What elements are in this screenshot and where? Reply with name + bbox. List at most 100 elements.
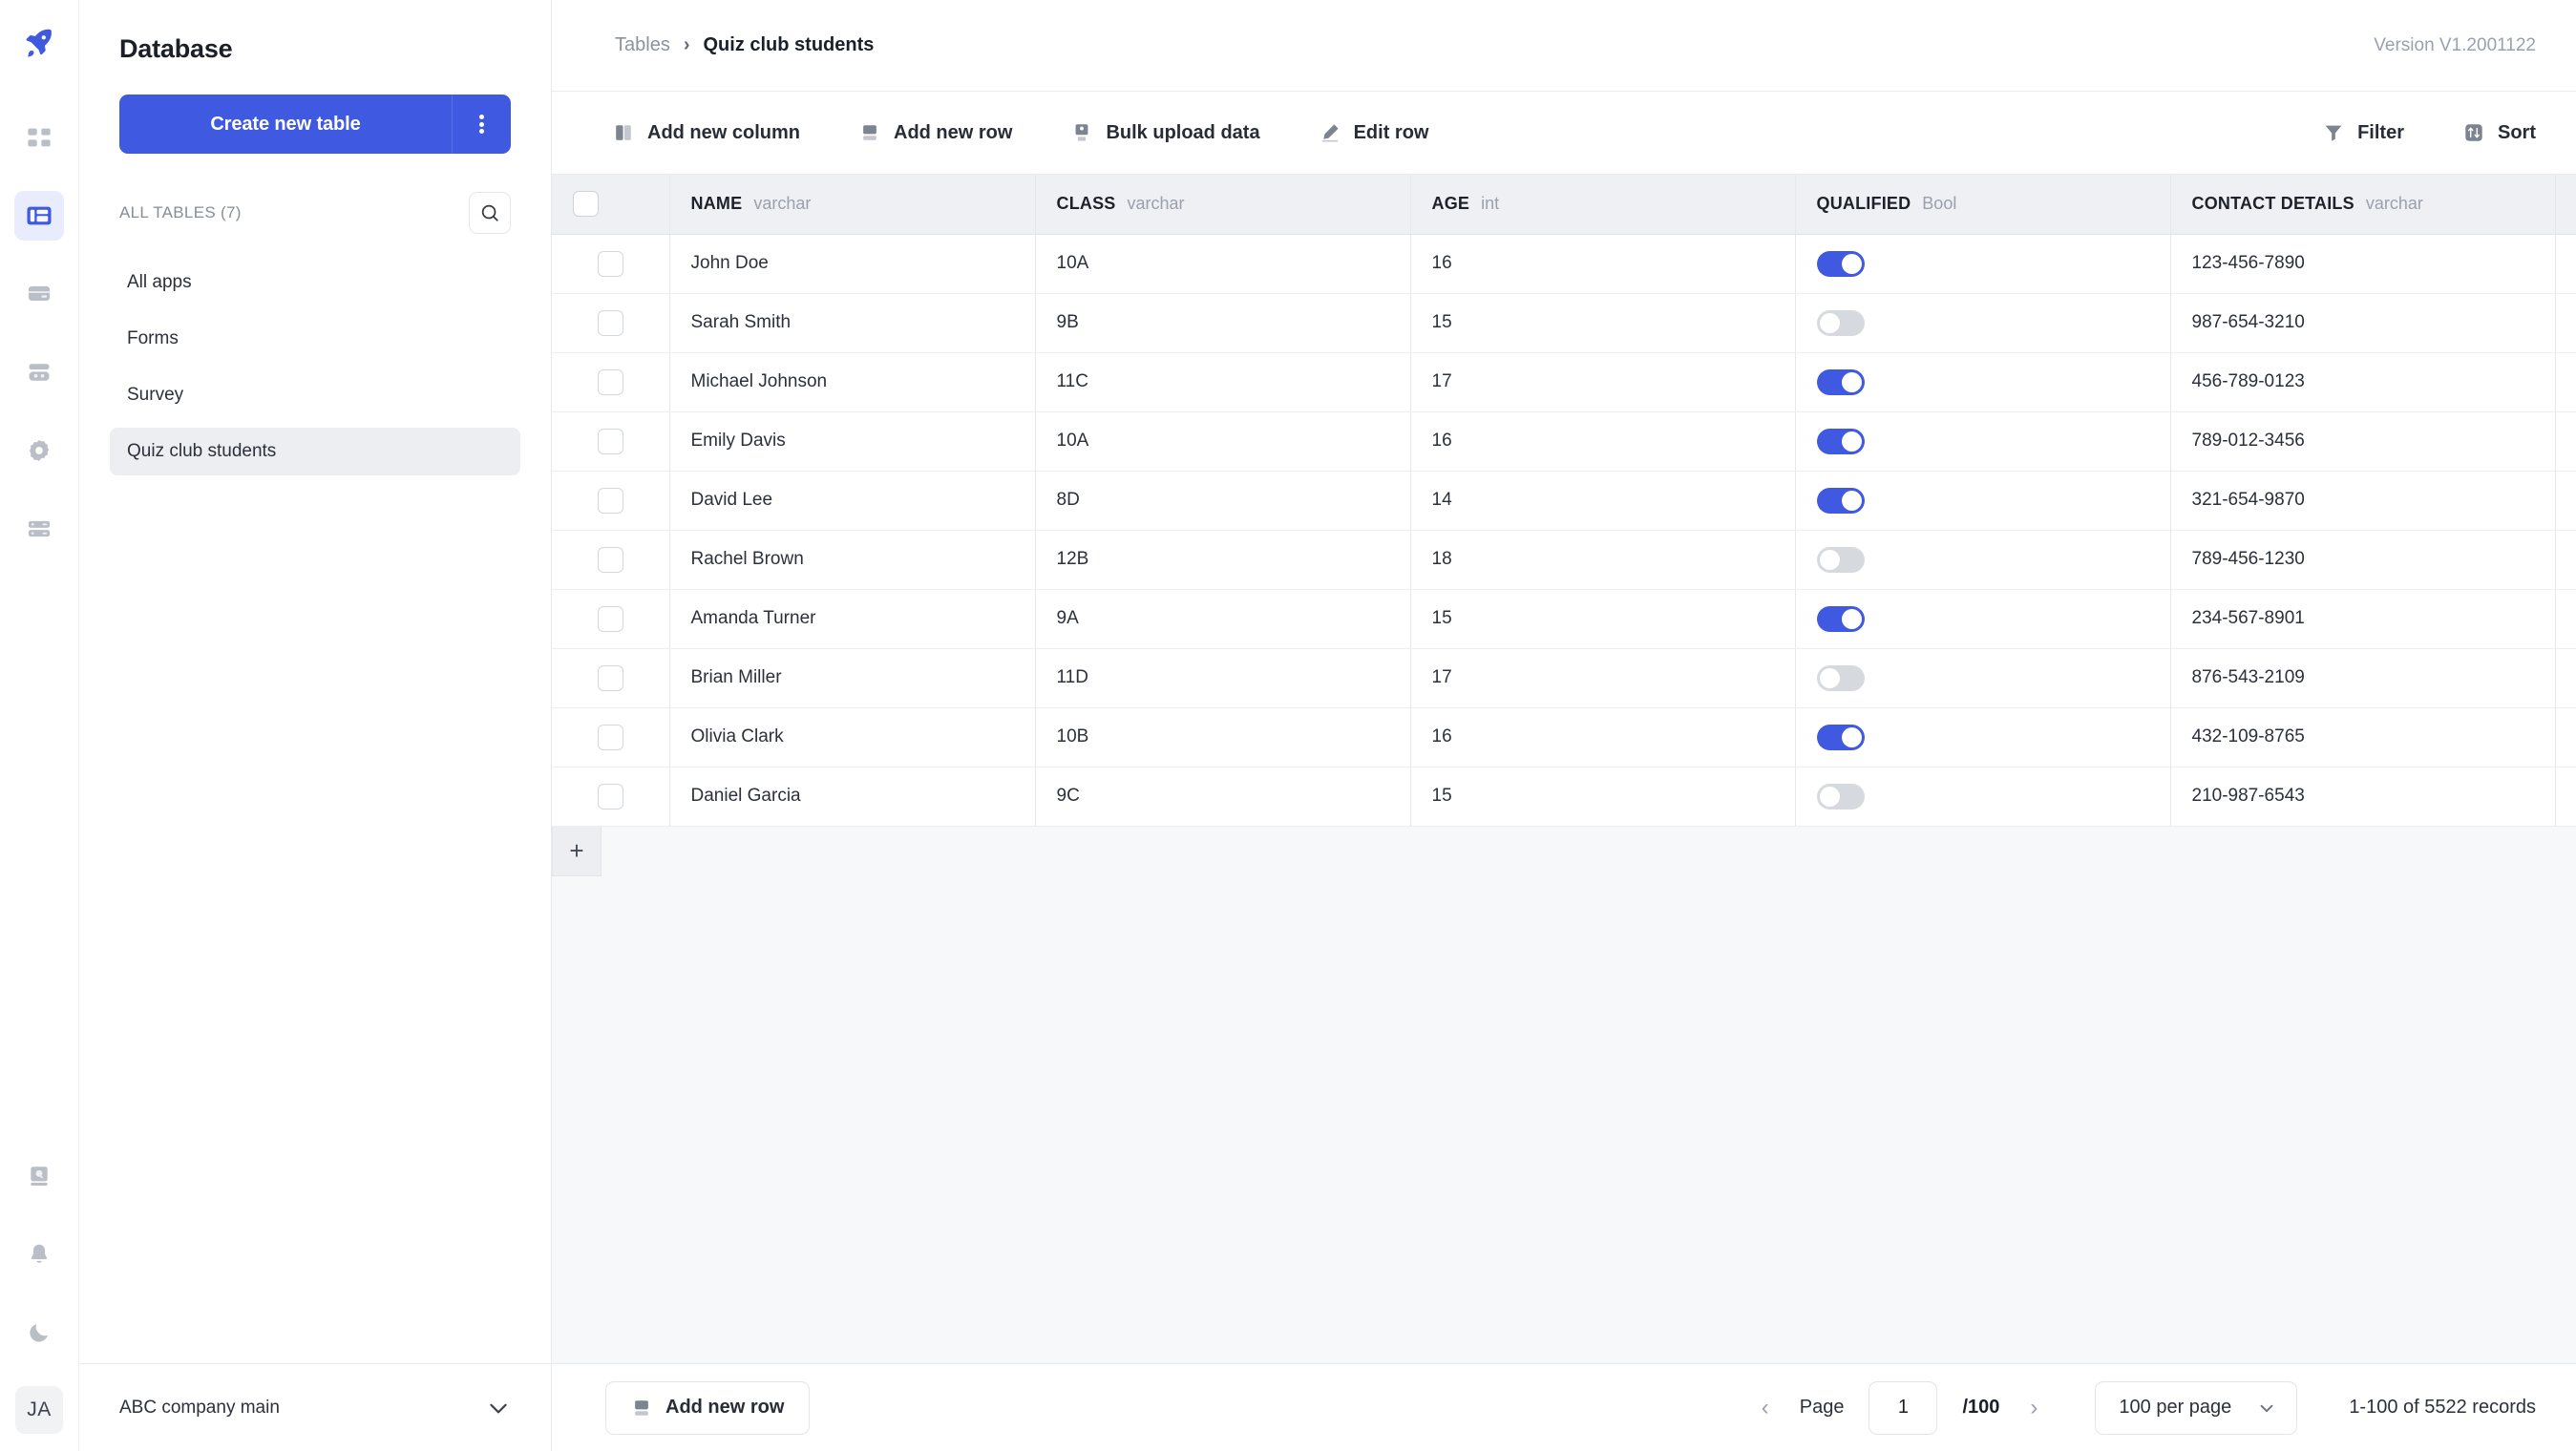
- row-select-checkbox[interactable]: [597, 250, 623, 277]
- row-select-checkbox[interactable]: [597, 724, 623, 750]
- table-row[interactable]: David Lee 8D 14 321-654-9870: [552, 471, 2576, 531]
- create-table-kebab-icon[interactable]: [452, 95, 511, 154]
- cell-class[interactable]: 10B: [1035, 707, 1411, 768]
- add-new-row-footer-button[interactable]: Add new row: [605, 1380, 811, 1435]
- cell-class[interactable]: 10A: [1035, 411, 1411, 472]
- sidebar-item-all-apps[interactable]: All apps: [110, 259, 520, 306]
- cell-class[interactable]: 10A: [1035, 234, 1411, 294]
- table-row[interactable]: Rachel Brown 12B 18 789-456-1230: [552, 530, 2576, 590]
- column-header-name[interactable]: NAME varchar: [669, 175, 1036, 235]
- server-icon[interactable]: [14, 504, 64, 554]
- page-number-input[interactable]: [1869, 1380, 1938, 1435]
- row-select-checkbox[interactable]: [597, 546, 623, 573]
- row-select-checkbox[interactable]: [597, 368, 623, 395]
- cell-contact-details[interactable]: 321-654-9870: [2170, 471, 2556, 531]
- cell-name[interactable]: Michael Johnson: [669, 352, 1036, 412]
- cell-age[interactable]: 16: [1410, 707, 1796, 768]
- cell-class[interactable]: 11D: [1035, 648, 1411, 708]
- next-page-button[interactable]: ›: [2024, 1395, 2043, 1421]
- docs-search-icon[interactable]: [14, 1151, 64, 1201]
- sidebar-item-survey[interactable]: Survey: [110, 371, 520, 419]
- cell-name[interactable]: Daniel Garcia: [669, 767, 1036, 827]
- cell-class[interactable]: 9A: [1035, 589, 1411, 649]
- qualified-toggle[interactable]: [1816, 664, 1865, 691]
- database-table-icon[interactable]: [14, 191, 64, 241]
- cell-name[interactable]: Amanda Turner: [669, 589, 1036, 649]
- qualified-toggle[interactable]: [1816, 309, 1865, 336]
- storage-icon[interactable]: [14, 269, 64, 319]
- cell-class[interactable]: 11C: [1035, 352, 1411, 412]
- table-row[interactable]: John Doe 10A 16 123-456-7890: [552, 234, 2576, 294]
- bulk-upload-data-button[interactable]: Bulk upload data: [1071, 122, 1260, 144]
- table-row[interactable]: Daniel Garcia 9C 15 210-987-6543: [552, 767, 2576, 827]
- cell-name[interactable]: Sarah Smith: [669, 293, 1036, 353]
- create-new-table-button[interactable]: Create new table: [119, 95, 511, 154]
- settings-gear-icon[interactable]: [14, 426, 64, 475]
- cell-class[interactable]: 9B: [1035, 293, 1411, 353]
- table-row[interactable]: Olivia Clark 10B 16 432-109-8765: [552, 707, 2576, 768]
- cell-contact-details[interactable]: 987-654-3210: [2170, 293, 2556, 353]
- add-column-header-button[interactable]: +: [2555, 175, 2576, 235]
- avatar[interactable]: JA: [15, 1386, 63, 1434]
- cell-contact-details[interactable]: 432-109-8765: [2170, 707, 2556, 768]
- workflow-icon[interactable]: [14, 347, 64, 397]
- row-select-checkbox[interactable]: [597, 428, 623, 454]
- column-header-age[interactable]: AGE int: [1410, 175, 1796, 235]
- add-row-plus-button[interactable]: +: [552, 826, 602, 876]
- row-select-checkbox[interactable]: [597, 783, 623, 810]
- column-header-contact-details[interactable]: CONTACT DETAILS varchar: [2170, 175, 2556, 235]
- column-header-qualified[interactable]: QUALIFIED Bool: [1795, 175, 2171, 235]
- qualified-toggle[interactable]: [1816, 487, 1865, 514]
- breadcrumb-root[interactable]: Tables: [615, 34, 670, 56]
- qualified-toggle[interactable]: [1816, 783, 1865, 810]
- cell-name[interactable]: Brian Miller: [669, 648, 1036, 708]
- add-new-column-button[interactable]: Add new column: [613, 122, 800, 144]
- cell-age[interactable]: 17: [1410, 648, 1796, 708]
- table-row[interactable]: Michael Johnson 11C 17 456-789-0123: [552, 352, 2576, 412]
- table-row[interactable]: Brian Miller 11D 17 876-543-2109: [552, 648, 2576, 708]
- cell-age[interactable]: 15: [1410, 589, 1796, 649]
- rocket-logo-icon[interactable]: [14, 17, 64, 67]
- row-select-checkbox[interactable]: [597, 309, 623, 336]
- row-select-checkbox[interactable]: [597, 664, 623, 691]
- table-row[interactable]: Sarah Smith 9B 15 987-654-3210: [552, 293, 2576, 353]
- workspace-switcher[interactable]: ABC company main: [79, 1363, 551, 1451]
- table-row[interactable]: Amanda Turner 9A 15 234-567-8901: [552, 589, 2576, 649]
- cell-name[interactable]: John Doe: [669, 234, 1036, 294]
- table-row[interactable]: Emily Davis 10A 16 789-012-3456: [552, 411, 2576, 472]
- cell-age[interactable]: 15: [1410, 293, 1796, 353]
- cell-class[interactable]: 12B: [1035, 530, 1411, 590]
- sidebar-item-quiz-club-students[interactable]: Quiz club students: [110, 428, 520, 475]
- qualified-toggle[interactable]: [1816, 605, 1865, 632]
- select-all-checkbox[interactable]: [573, 191, 599, 218]
- cell-age[interactable]: 17: [1410, 352, 1796, 412]
- cell-age[interactable]: 15: [1410, 767, 1796, 827]
- add-new-row-toolbar-button[interactable]: Add new row: [859, 122, 1012, 144]
- cell-contact-details[interactable]: 123-456-7890: [2170, 234, 2556, 294]
- apps-grid-icon[interactable]: [14, 113, 64, 162]
- search-tables-button[interactable]: [469, 192, 511, 234]
- row-select-checkbox[interactable]: [597, 605, 623, 632]
- cell-name[interactable]: Emily Davis: [669, 411, 1036, 472]
- qualified-toggle[interactable]: [1816, 368, 1865, 395]
- cell-name[interactable]: Olivia Clark: [669, 707, 1036, 768]
- edit-row-button[interactable]: Edit row: [1320, 122, 1428, 144]
- sidebar-item-forms[interactable]: Forms: [110, 315, 520, 363]
- cell-contact-details[interactable]: 876-543-2109: [2170, 648, 2556, 708]
- row-select-checkbox[interactable]: [597, 487, 623, 514]
- cell-contact-details[interactable]: 789-456-1230: [2170, 530, 2556, 590]
- cell-contact-details[interactable]: 789-012-3456: [2170, 411, 2556, 472]
- column-header-class[interactable]: CLASS varchar: [1035, 175, 1411, 235]
- bell-icon[interactable]: [14, 1230, 64, 1279]
- qualified-toggle[interactable]: [1816, 250, 1865, 277]
- sort-button[interactable]: Sort: [2463, 122, 2536, 144]
- per-page-select[interactable]: 100 per page: [2095, 1380, 2298, 1435]
- cell-class[interactable]: 9C: [1035, 767, 1411, 827]
- cell-age[interactable]: 16: [1410, 411, 1796, 472]
- cell-contact-details[interactable]: 210-987-6543: [2170, 767, 2556, 827]
- prev-page-button[interactable]: ‹: [1756, 1395, 1775, 1421]
- cell-age[interactable]: 18: [1410, 530, 1796, 590]
- cell-age[interactable]: 16: [1410, 234, 1796, 294]
- cell-age[interactable]: 14: [1410, 471, 1796, 531]
- cell-class[interactable]: 8D: [1035, 471, 1411, 531]
